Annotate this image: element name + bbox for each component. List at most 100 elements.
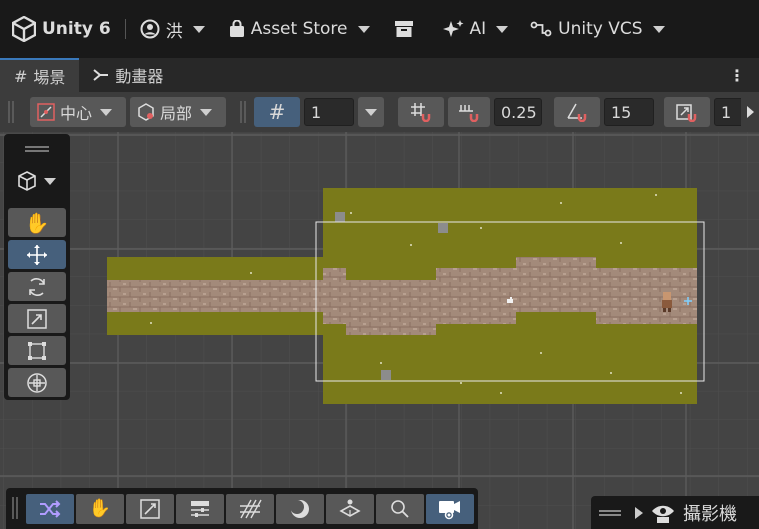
transform-icon: [27, 372, 47, 393]
pivot-dropdown[interactable]: 中心: [30, 97, 126, 127]
scale-snap-icon: [676, 104, 697, 122]
video-camera-icon: [439, 500, 460, 519]
grid-snap-button[interactable]: [398, 97, 444, 127]
eye-camera-icon: [652, 505, 674, 523]
vcs-label: Unity VCS: [558, 19, 643, 39]
camera-overlay[interactable]: 攝影機: [591, 496, 759, 529]
move-tool-button[interactable]: [8, 240, 66, 269]
tab-scene[interactable]: # 場景: [0, 58, 80, 92]
chevron-down-icon: [496, 25, 509, 33]
tab-scene-label: 場景: [33, 68, 66, 87]
play-triangle-icon[interactable]: [635, 506, 643, 519]
search-button[interactable]: [376, 493, 424, 524]
hatch-icon: [240, 499, 262, 518]
account-dropdown[interactable]: 洪: [132, 11, 213, 47]
rotate-snap-button[interactable]: [554, 97, 600, 127]
scene-view[interactable]: [0, 132, 759, 529]
rect-transform-icon: [28, 341, 46, 360]
rotate-tool-button[interactable]: [8, 272, 66, 301]
scene-toolbar: 中心 局部 # 1 0.25 15 1: [0, 92, 759, 132]
tool-context-dropdown[interactable]: [16, 170, 56, 192]
cube-icon: [18, 171, 36, 191]
hatch-tool-button[interactable]: [226, 493, 274, 524]
space-dropdown[interactable]: 局部: [130, 97, 226, 127]
shopping-bag-icon: [229, 20, 244, 37]
app-name: Unity 6: [42, 19, 111, 39]
ai-dropdown[interactable]: AI: [434, 11, 517, 47]
shuffle-icon: [40, 499, 61, 518]
hand-icon: ✋: [88, 498, 112, 519]
pivot-center-icon: [37, 103, 55, 121]
chevron-down-icon: [44, 177, 56, 185]
rotate-snap-icon: [567, 103, 587, 122]
snap-increment-field[interactable]: 0.25: [494, 98, 542, 126]
layers-icon: [339, 499, 361, 517]
chevron-down-icon: [100, 108, 113, 116]
archive-box-icon: [394, 21, 413, 37]
asset-store-label: Asset Store: [250, 19, 348, 39]
tools-overlay: ✋: [4, 134, 70, 400]
toolbar-grip[interactable]: [8, 101, 14, 123]
overlay-drag-handle[interactable]: [599, 509, 621, 516]
hand-icon: ✋: [24, 210, 50, 235]
unity-logo-button[interactable]: Unity 6: [0, 11, 119, 47]
grid-size-field[interactable]: 1: [304, 98, 354, 126]
window-tab-bar: # 場景 動畫器 ⋮: [0, 58, 759, 92]
pivot-label: 中心: [60, 104, 93, 123]
grid-snap-icon: [411, 103, 431, 122]
transform-tool-button[interactable]: [8, 368, 66, 397]
chevron-right-icon: [746, 106, 754, 118]
package-manager-button[interactable]: [386, 11, 422, 47]
sparkle-icon: [442, 20, 464, 37]
sliders-icon: [191, 500, 209, 517]
rotate-snap-field[interactable]: 15: [604, 98, 654, 126]
picker-icon: [140, 498, 160, 519]
toolbar-overflow-arrow[interactable]: [741, 92, 759, 132]
vcs-dropdown[interactable]: Unity VCS: [522, 11, 672, 47]
ai-label: AI: [469, 19, 487, 39]
grid-icon: #: [14, 66, 28, 86]
scale-tool-button[interactable]: [8, 304, 66, 333]
version-control-icon: [530, 21, 552, 37]
tab-animator[interactable]: 動畫器: [79, 58, 177, 92]
paint-hand-button[interactable]: ✋: [76, 493, 124, 524]
scene-camera-button[interactable]: [426, 493, 474, 524]
chevron-down-icon: [357, 25, 370, 33]
local-space-icon: [138, 103, 154, 121]
moon-icon: [290, 499, 309, 518]
lighting-toggle-button[interactable]: [276, 493, 324, 524]
hand-tool-button[interactable]: ✋: [8, 208, 66, 237]
tile-picker-button[interactable]: [126, 493, 174, 524]
camera-label: 攝影機: [683, 503, 737, 525]
search-icon: [391, 499, 409, 518]
chevron-down-icon: [365, 108, 377, 116]
move-arrows-icon: [27, 244, 47, 265]
scale-icon: [27, 308, 47, 329]
scene-canvas[interactable]: [0, 132, 759, 529]
more-options-icon[interactable]: ⋮: [729, 66, 745, 85]
overlay-drag-handle[interactable]: [25, 146, 49, 152]
asset-store-dropdown[interactable]: Asset Store: [221, 11, 378, 47]
shuffle-tool-button[interactable]: [26, 493, 74, 524]
animator-icon: [93, 69, 109, 81]
divider: [124, 19, 126, 39]
grid-visibility-button[interactable]: #: [254, 97, 300, 127]
space-label: 局部: [160, 104, 193, 123]
bottom-tools-overlay: ✋: [6, 488, 478, 529]
main-toolbar: Unity 6 洪 Asset Store AI Unity VCS: [0, 0, 759, 58]
tile-palette-button[interactable]: [176, 493, 224, 524]
overlay-grip[interactable]: [12, 497, 18, 519]
chevron-down-icon: [200, 108, 213, 116]
unity-logo-icon: [12, 16, 36, 42]
rect-tool-button[interactable]: [8, 336, 66, 365]
scale-snap-button[interactable]: [664, 97, 710, 127]
toolbar-grip[interactable]: [240, 101, 246, 123]
increment-snap-button[interactable]: [448, 97, 490, 127]
grid-options-dropdown[interactable]: [358, 97, 384, 127]
account-name: 洪: [165, 21, 183, 42]
chevron-down-icon: [652, 25, 665, 33]
chevron-down-icon: [192, 25, 205, 33]
layers-button[interactable]: [326, 493, 374, 524]
tab-animator-label: 動畫器: [115, 67, 164, 86]
increment-snap-icon: [459, 105, 479, 122]
